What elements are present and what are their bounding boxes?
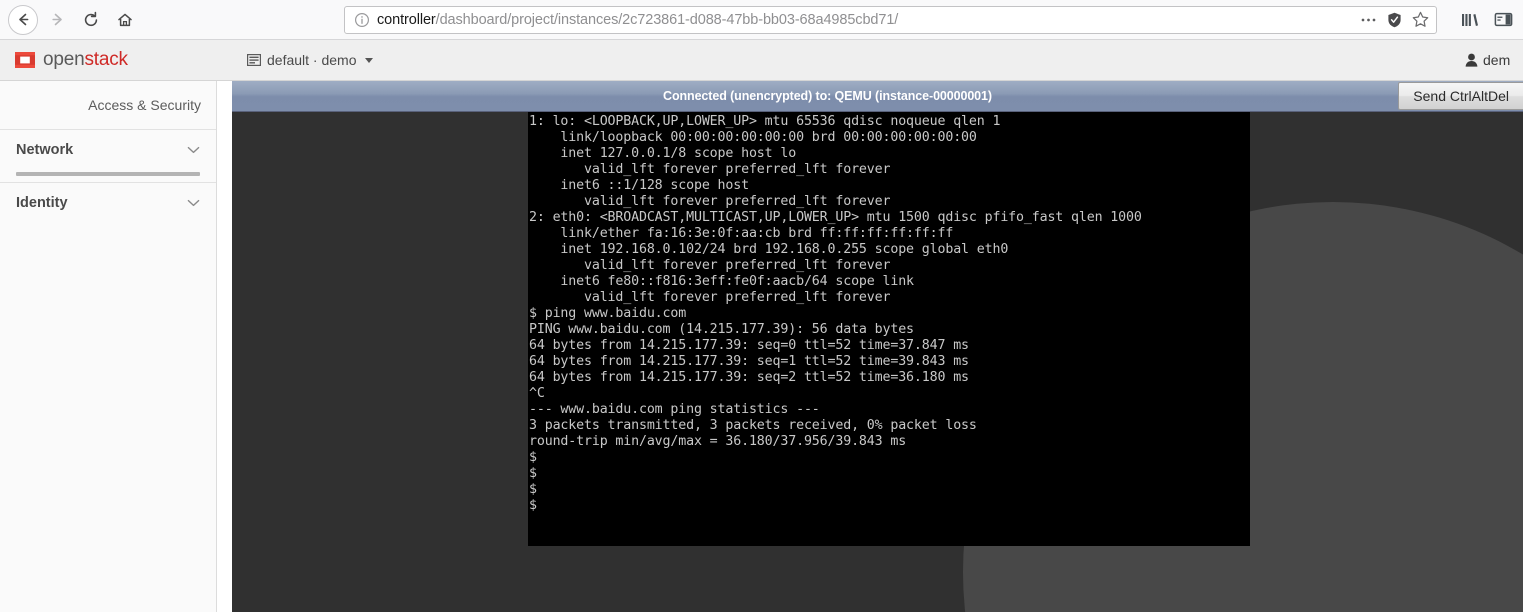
terminal-line: $: [529, 450, 537, 465]
back-button[interactable]: [6, 3, 40, 37]
vnc-status-bar: Connected (unencrypted) to: QEMU (instan…: [232, 81, 1523, 112]
sidebar-group-identity: Identity: [0, 182, 216, 231]
terminal-line: inet6 fe80::f816:3eff:fe0f:aacb/64 scope…: [529, 274, 914, 289]
home-button[interactable]: [108, 3, 142, 37]
home-icon: [118, 13, 132, 26]
sidebar-toggle-icon[interactable]: [1493, 10, 1513, 30]
terminal-line: 2: eth0: <BROADCAST,MULTICAST,UP,LOWER_U…: [529, 210, 1142, 225]
sidebar-group-divider: [0, 223, 216, 231]
terminal-line: valid_lft forever preferred_lft forever: [529, 162, 891, 177]
urlbar-container: controller/dashboard/project/instances/2…: [142, 5, 1445, 34]
sidebar-item-access-security[interactable]: Access & Security: [0, 81, 216, 129]
browser-toolbar: controller/dashboard/project/instances/2…: [0, 0, 1523, 40]
send-ctrl-alt-del-label: Send CtrlAltDel: [1413, 88, 1509, 104]
terminal-line: inet 127.0.0.1/8 scope host lo: [529, 146, 797, 161]
domain-project-label: default · demo: [267, 52, 357, 68]
terminal-line: 1: lo: <LOOPBACK,UP,LOWER_UP> mtu 65536 …: [529, 114, 1001, 129]
sidebar-item-network-label: Network: [16, 142, 74, 158]
vnc-connection-status: Connected (unencrypted) to: QEMU (instan…: [663, 89, 992, 103]
terminal-line: 64 bytes from 14.215.177.39: seq=0 ttl=5…: [529, 338, 969, 353]
user-menu[interactable]: dem: [1465, 52, 1523, 68]
address-bar-text[interactable]: controller/dashboard/project/instances/2…: [377, 12, 1354, 28]
terminal-line: PING www.baidu.com (14.215.177.39): 56 d…: [529, 322, 914, 337]
ellipsis-icon[interactable]: [1360, 11, 1377, 28]
terminal-line: link/loopback 00:00:00:00:00:00 brd 00:0…: [529, 130, 977, 145]
openstack-brand[interactable]: openstack: [0, 49, 217, 71]
library-icon[interactable]: [1459, 10, 1479, 30]
reload-button[interactable]: [74, 3, 108, 37]
arrow-left-icon: [18, 13, 28, 26]
url-host: controller: [377, 11, 436, 28]
terminal-line: link/ether fa:16:3e:0f:aa:cb brd ff:ff:f…: [529, 226, 954, 241]
grid-icon: [247, 54, 261, 66]
terminal-line: round-trip min/avg/max = 36.180/37.956/3…: [529, 434, 907, 449]
sidebar-active-indicator: [16, 172, 200, 176]
terminal-line: inet 192.168.0.102/24 brd 192.168.0.255 …: [529, 242, 1009, 257]
terminal-line: $: [529, 498, 537, 513]
sidebar-item-access-security-label: Access & Security: [88, 97, 201, 113]
reload-icon: [84, 11, 98, 26]
brand-stack: stack: [84, 49, 128, 70]
star-icon[interactable]: [1412, 11, 1429, 28]
terminal-line: inet6 ::1/128 scope host: [529, 178, 749, 193]
terminal-line: valid_lft forever preferred_lft forever: [529, 194, 891, 209]
forward-button[interactable]: [40, 3, 74, 37]
browser-toolbar-right: [1445, 10, 1523, 30]
url-path: /dashboard/project/instances/2c723861-d0…: [435, 11, 899, 28]
chevron-down-icon: [187, 146, 200, 154]
terminal-line: --- www.baidu.com ping statistics ---: [529, 402, 820, 417]
domain-project-switcher[interactable]: default · demo: [247, 52, 373, 68]
brand-open: open: [43, 49, 85, 70]
info-icon[interactable]: [354, 12, 370, 28]
sidebar-item-network[interactable]: Network: [0, 130, 216, 170]
user-icon: [1465, 53, 1478, 67]
terminal-line: $: [529, 466, 537, 481]
vnc-terminal-screen[interactable]: 1: lo: <LOOPBACK,UP,LOWER_UP> mtu 65536 …: [528, 112, 1250, 546]
send-ctrl-alt-del-button[interactable]: Send CtrlAltDel: [1398, 82, 1523, 110]
back-button-circle: [8, 4, 38, 35]
openstack-header: openstack default · demo dem: [0, 40, 1523, 81]
terminal-line: $ ping www.baidu.com: [529, 306, 687, 321]
user-menu-label: dem: [1483, 52, 1511, 68]
sidebar-group-network: Network: [0, 129, 216, 176]
shield-icon[interactable]: [1386, 11, 1403, 28]
terminal-line: $: [529, 482, 537, 497]
terminal-line: 64 bytes from 14.215.177.39: seq=2 ttl=5…: [529, 370, 969, 385]
address-bar-actions: [1354, 11, 1429, 28]
openstack-wordmark: openstack: [43, 49, 128, 71]
openstack-logo-icon: [15, 52, 35, 68]
vnc-canvas[interactable]: 1: lo: <LOOPBACK,UP,LOWER_UP> mtu 65536 …: [232, 112, 1523, 612]
sidebar: Access & Security Network Identity: [0, 81, 217, 612]
address-bar[interactable]: controller/dashboard/project/instances/2…: [344, 5, 1437, 34]
sidebar-item-identity[interactable]: Identity: [0, 183, 216, 223]
terminal-line: valid_lft forever preferred_lft forever: [529, 258, 891, 273]
console-area: Connected (unencrypted) to: QEMU (instan…: [232, 81, 1523, 612]
sidebar-item-identity-label: Identity: [16, 195, 68, 211]
arrow-right-icon: [51, 13, 62, 26]
terminal-line: 64 bytes from 14.215.177.39: seq=1 ttl=5…: [529, 354, 969, 369]
browser-nav-buttons: [0, 3, 142, 37]
terminal-line: 3 packets transmitted, 3 packets receive…: [529, 418, 977, 433]
chevron-down-icon: [364, 57, 373, 63]
terminal-line: valid_lft forever preferred_lft forever: [529, 290, 891, 305]
terminal-line: ^C: [529, 386, 545, 401]
chevron-down-icon: [187, 199, 200, 207]
